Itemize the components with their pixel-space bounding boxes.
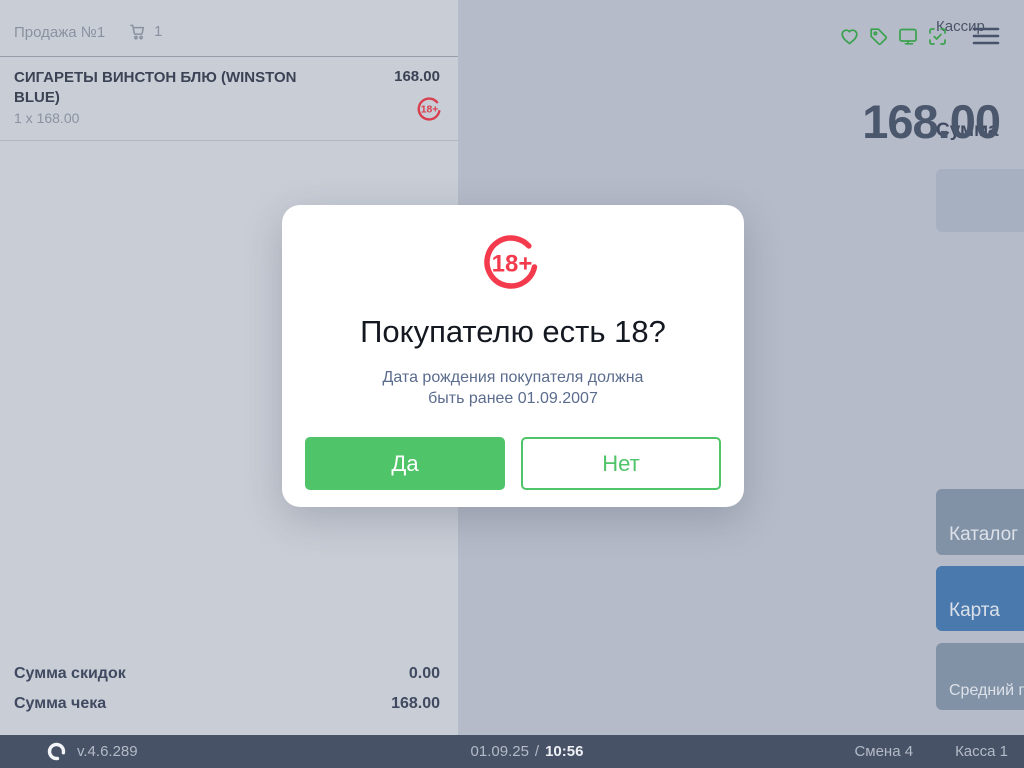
app-version: v.4.6.289 xyxy=(77,743,138,760)
discount-total-label: Сумма скидок xyxy=(14,665,126,682)
medium-bag-button[interactable]: Средний пакет xyxy=(936,643,1024,710)
product-name: СИГАРЕТЫ ВИНСТОН БЛЮ (WINSTON BLUE) xyxy=(14,69,297,106)
receipt-totals: Сумма скидок 0.00 Сумма чека 168.00 xyxy=(0,660,458,720)
modal-buttons: Да Нет xyxy=(305,437,721,490)
cart-counter: 1 xyxy=(128,22,162,41)
status-date: 01.09.25 xyxy=(470,743,529,760)
age-18-badge-icon: 18+ xyxy=(417,96,443,122)
amount-entry-display xyxy=(936,169,1024,232)
catalog-button[interactable]: Каталог xyxy=(936,489,1024,555)
status-datetime: 01.09.25 / 10:56 xyxy=(471,743,584,760)
status-bar: v.4.6.289 01.09.25 / 10:56 Смена 4 Касса… xyxy=(0,735,1024,768)
card-label: Карта xyxy=(949,600,1000,621)
sale-title: Продажа №1 xyxy=(14,24,106,41)
svg-text:18+: 18+ xyxy=(421,104,439,115)
status-separator: / xyxy=(534,743,540,760)
scan-check-icon[interactable] xyxy=(927,26,948,47)
yes-button[interactable]: Да xyxy=(305,437,505,490)
cart-icon xyxy=(128,22,147,41)
app-logo-icon xyxy=(46,741,67,762)
tag-icon[interactable] xyxy=(868,26,889,47)
receipt-total-label: Сумма чека xyxy=(14,695,107,712)
discount-total-value: 0.00 xyxy=(408,665,440,682)
card-button[interactable]: Карта xyxy=(936,566,1024,631)
pos-screen: Продажа №1 1 СИГАРЕТЫ ВИНСТОН БЛЮ (WINST… xyxy=(0,0,1024,768)
no-button[interactable]: Нет xyxy=(521,437,721,490)
catalog-label: Каталог xyxy=(949,524,1019,545)
discount-total-row: Сумма скидок 0.00 xyxy=(0,660,458,690)
medium-bag-label: Средний пакет xyxy=(949,682,1024,699)
heart-icon[interactable] xyxy=(839,26,860,47)
status-time: 10:56 xyxy=(545,743,584,760)
cart-count: 1 xyxy=(154,23,163,40)
status-left: v.4.6.289 xyxy=(0,741,471,762)
age-18-modal-badge-icon: 18+ xyxy=(483,232,543,292)
sum-value: 168.00 xyxy=(862,95,1001,148)
receipt-total-value: 168.00 xyxy=(391,695,440,712)
product-price: 168.00 xyxy=(394,68,440,85)
sale-header: Продажа №1 1 xyxy=(0,0,458,57)
product-qty: 1 x 168.00 xyxy=(14,110,80,126)
monitor-icon[interactable] xyxy=(897,26,919,47)
modal-title: Покупателю есть 18? xyxy=(360,314,666,349)
shift-label[interactable]: Смена 4 xyxy=(854,743,913,760)
receipt-item-row[interactable]: СИГАРЕТЫ ВИНСТОН БЛЮ (WINSTON BLUE) 168.… xyxy=(0,57,458,141)
register-label[interactable]: Касса 1 xyxy=(955,743,1008,760)
menu-icon[interactable] xyxy=(972,25,1000,47)
receipt-total-row: Сумма чека 168.00 xyxy=(0,690,458,720)
status-right: Смена 4 Касса 1 xyxy=(583,743,1024,760)
age-confirm-modal: 18+ Покупателю есть 18? Дата рождения по… xyxy=(282,205,744,507)
svg-text:18+: 18+ xyxy=(492,251,533,278)
toolbar-icons xyxy=(839,25,1000,47)
modal-subtitle: Дата рождения покупателя должна быть ран… xyxy=(382,369,644,407)
